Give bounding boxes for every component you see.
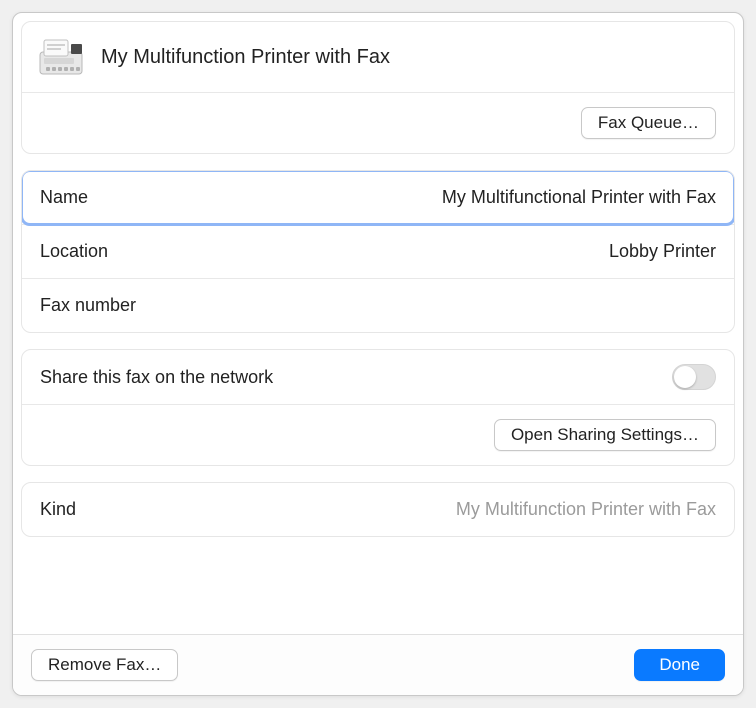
header-panel: My Multifunction Printer with Fax Fax Qu…	[21, 21, 735, 154]
printer-title: My Multifunction Printer with Fax	[101, 46, 390, 69]
location-value: Lobby Printer	[609, 241, 716, 262]
share-toggle-row: Share this fax on the network	[22, 350, 734, 405]
printer-settings-dialog: My Multifunction Printer with Fax Fax Qu…	[12, 12, 744, 696]
kind-label: Kind	[40, 499, 76, 520]
kind-panel: Kind My Multifunction Printer with Fax	[21, 482, 735, 537]
fax-number-row[interactable]: Fax number	[22, 279, 734, 332]
open-sharing-settings-button[interactable]: Open Sharing Settings…	[494, 419, 716, 451]
fax-machine-icon	[36, 36, 86, 78]
kind-value: My Multifunction Printer with Fax	[456, 499, 716, 520]
fax-number-label: Fax number	[40, 295, 136, 316]
location-row[interactable]: Location Lobby Printer	[22, 225, 734, 279]
name-label: Name	[40, 187, 88, 208]
name-row[interactable]: Name My Multifunctional Printer with Fax	[22, 171, 734, 225]
sharing-panel: Share this fax on the network Open Shari…	[21, 349, 735, 466]
dialog-footer: Remove Fax… Done	[13, 634, 743, 695]
fax-queue-button[interactable]: Fax Queue…	[581, 107, 716, 139]
share-toggle-knob	[674, 366, 696, 388]
share-toggle[interactable]	[672, 364, 716, 390]
done-button[interactable]: Done	[634, 649, 725, 681]
header-top: My Multifunction Printer with Fax	[22, 22, 734, 92]
header-bottom: Fax Queue…	[22, 92, 734, 153]
share-label: Share this fax on the network	[40, 367, 273, 388]
fields-panel: Name My Multifunctional Printer with Fax…	[21, 170, 735, 333]
kind-row: Kind My Multifunction Printer with Fax	[22, 483, 734, 536]
location-label: Location	[40, 241, 108, 262]
remove-fax-button[interactable]: Remove Fax…	[31, 649, 178, 681]
content-area: My Multifunction Printer with Fax Fax Qu…	[13, 13, 743, 634]
sharing-button-row: Open Sharing Settings…	[22, 405, 734, 465]
name-value: My Multifunctional Printer with Fax	[442, 187, 716, 208]
